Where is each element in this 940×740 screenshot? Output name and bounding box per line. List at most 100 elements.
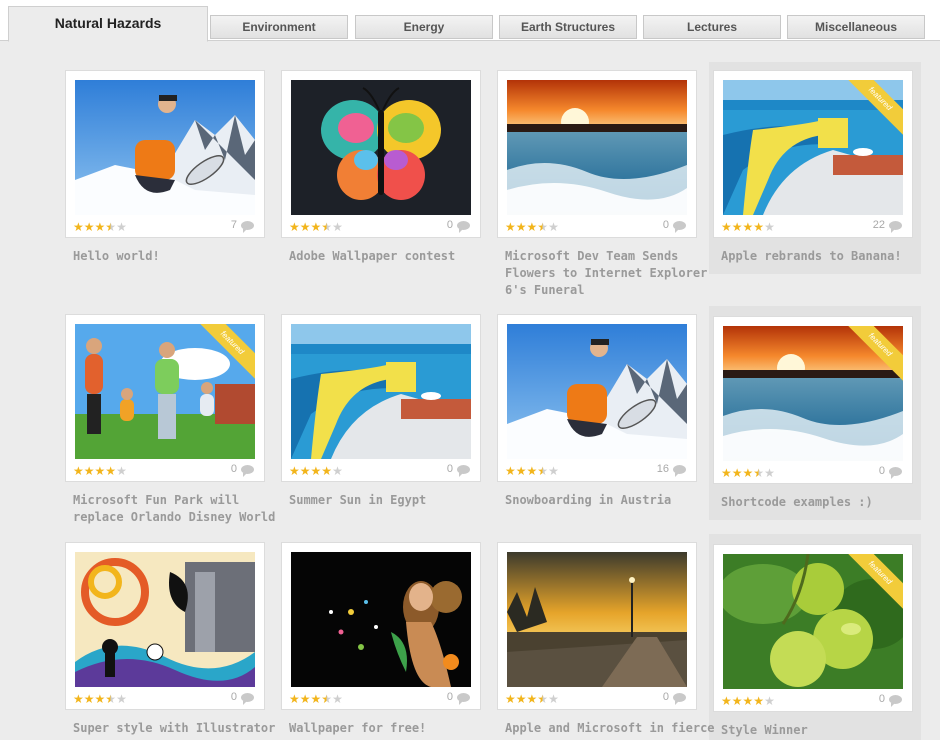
star-icon[interactable]: ★ [311, 692, 322, 706]
comment-count[interactable]: 7 [231, 219, 254, 233]
star-icon[interactable]: ★ [95, 464, 106, 478]
star-icon[interactable]: ★ [505, 220, 516, 234]
comment-count[interactable]: 0 [879, 465, 902, 479]
star-icon[interactable]: ★ [527, 464, 538, 478]
star-icon[interactable]: ★ [332, 692, 343, 706]
star-icon[interactable]: ★ [743, 220, 754, 234]
star-icon[interactable]: ★ [743, 694, 754, 708]
post-card[interactable]: featured ★★★★★ 0 [65, 314, 265, 482]
tab-earth-structures[interactable]: Earth Structures [499, 15, 637, 39]
post-title-link[interactable]: Style Winner [721, 722, 931, 739]
star-icon[interactable]: ★ [537, 692, 548, 706]
star-icon[interactable]: ★ [753, 694, 764, 708]
star-icon[interactable]: ★ [321, 220, 332, 234]
post-card[interactable]: ★★★★★ 0 [281, 542, 481, 710]
post-title-link[interactable]: Hello world! [73, 248, 283, 265]
comment-count[interactable]: 0 [663, 219, 686, 233]
star-icon[interactable]: ★ [721, 466, 732, 480]
post-card[interactable]: ★★★★★ 0 [65, 542, 265, 710]
star-icon[interactable]: ★ [732, 220, 743, 234]
post-thumbnail[interactable]: featured [75, 324, 255, 459]
post-thumbnail[interactable] [291, 324, 471, 459]
star-rating[interactable]: ★★★★★ [289, 464, 343, 478]
star-icon[interactable]: ★ [300, 220, 311, 234]
post-thumbnail[interactable] [75, 552, 255, 687]
tab-natural-hazards[interactable]: Natural Hazards [8, 6, 208, 42]
star-icon[interactable]: ★ [548, 220, 559, 234]
post-title-link[interactable]: Summer Sun in Egypt [289, 492, 499, 509]
post-title-link[interactable]: Apple and Microsoft in fierce [505, 720, 715, 737]
star-icon[interactable]: ★ [116, 464, 127, 478]
star-icon[interactable]: ★ [527, 220, 538, 234]
post-title-link[interactable]: Super style with Illustrator [73, 720, 283, 737]
comment-count[interactable]: 16 [657, 463, 686, 477]
star-icon[interactable]: ★ [732, 466, 743, 480]
star-icon[interactable]: ★ [84, 464, 95, 478]
star-icon[interactable]: ★ [527, 692, 538, 706]
post-thumbnail[interactable] [507, 80, 687, 215]
star-icon[interactable]: ★ [289, 464, 300, 478]
star-rating[interactable]: ★★★★★ [289, 692, 343, 706]
comment-count[interactable]: 0 [447, 463, 470, 477]
comment-count[interactable]: 0 [663, 691, 686, 705]
post-thumbnail[interactable] [75, 80, 255, 215]
star-icon[interactable]: ★ [764, 466, 775, 480]
star-icon[interactable]: ★ [116, 220, 127, 234]
post-card[interactable]: ★★★★★ 7 [65, 70, 265, 238]
tab-miscellaneous[interactable]: Miscellaneous [787, 15, 925, 39]
star-icon[interactable]: ★ [84, 220, 95, 234]
star-rating[interactable]: ★★★★★ [505, 692, 559, 706]
tab-energy[interactable]: Energy [355, 15, 493, 39]
star-rating[interactable]: ★★★★★ [73, 692, 127, 706]
star-icon[interactable]: ★ [321, 464, 332, 478]
post-title-link[interactable]: Wallpaper for free! [289, 720, 499, 737]
comment-count[interactable]: 0 [879, 693, 902, 707]
comment-count[interactable]: 0 [231, 463, 254, 477]
post-title-link[interactable]: Shortcode examples :) [721, 494, 931, 511]
star-icon[interactable]: ★ [311, 464, 322, 478]
post-card[interactable]: ★★★★★ 0 [281, 70, 481, 238]
star-icon[interactable]: ★ [289, 692, 300, 706]
star-icon[interactable]: ★ [116, 692, 127, 706]
star-icon[interactable]: ★ [753, 466, 764, 480]
star-icon[interactable]: ★ [764, 694, 775, 708]
post-thumbnail[interactable] [507, 324, 687, 459]
star-icon[interactable]: ★ [73, 692, 84, 706]
star-icon[interactable]: ★ [300, 692, 311, 706]
star-icon[interactable]: ★ [516, 220, 527, 234]
comment-count[interactable]: 0 [447, 219, 470, 233]
post-title-link[interactable]: Snowboarding in Austria [505, 492, 715, 509]
post-thumbnail[interactable] [291, 552, 471, 687]
star-icon[interactable]: ★ [321, 692, 332, 706]
star-icon[interactable]: ★ [95, 220, 106, 234]
star-icon[interactable]: ★ [73, 220, 84, 234]
star-icon[interactable]: ★ [73, 464, 84, 478]
comment-count[interactable]: 0 [231, 691, 254, 705]
star-icon[interactable]: ★ [537, 220, 548, 234]
star-icon[interactable]: ★ [537, 464, 548, 478]
star-icon[interactable]: ★ [721, 220, 732, 234]
star-rating[interactable]: ★★★★★ [73, 220, 127, 234]
star-icon[interactable]: ★ [84, 692, 95, 706]
post-thumbnail[interactable] [291, 80, 471, 215]
post-title-link[interactable]: Microsoft Fun Park will replace Orlando … [73, 492, 283, 526]
star-rating[interactable]: ★★★★★ [289, 220, 343, 234]
star-icon[interactable]: ★ [505, 692, 516, 706]
star-icon[interactable]: ★ [516, 692, 527, 706]
star-icon[interactable]: ★ [732, 694, 743, 708]
tab-lectures[interactable]: Lectures [643, 15, 781, 39]
star-icon[interactable]: ★ [332, 220, 343, 234]
star-icon[interactable]: ★ [311, 220, 322, 234]
post-thumbnail[interactable]: featured [723, 326, 903, 461]
post-card[interactable]: featured ★★★★★ 0 [713, 316, 913, 484]
star-icon[interactable]: ★ [105, 692, 116, 706]
star-icon[interactable]: ★ [105, 464, 116, 478]
star-icon[interactable]: ★ [289, 220, 300, 234]
post-card[interactable]: featured ★★★★★ 0 [713, 544, 913, 712]
star-rating[interactable]: ★★★★★ [721, 466, 775, 480]
star-icon[interactable]: ★ [548, 464, 559, 478]
post-title-link[interactable]: Microsoft Dev Team Sends Flowers to Inte… [505, 248, 715, 299]
star-rating[interactable]: ★★★★★ [73, 464, 127, 478]
star-icon[interactable]: ★ [332, 464, 343, 478]
star-rating[interactable]: ★★★★★ [721, 220, 775, 234]
